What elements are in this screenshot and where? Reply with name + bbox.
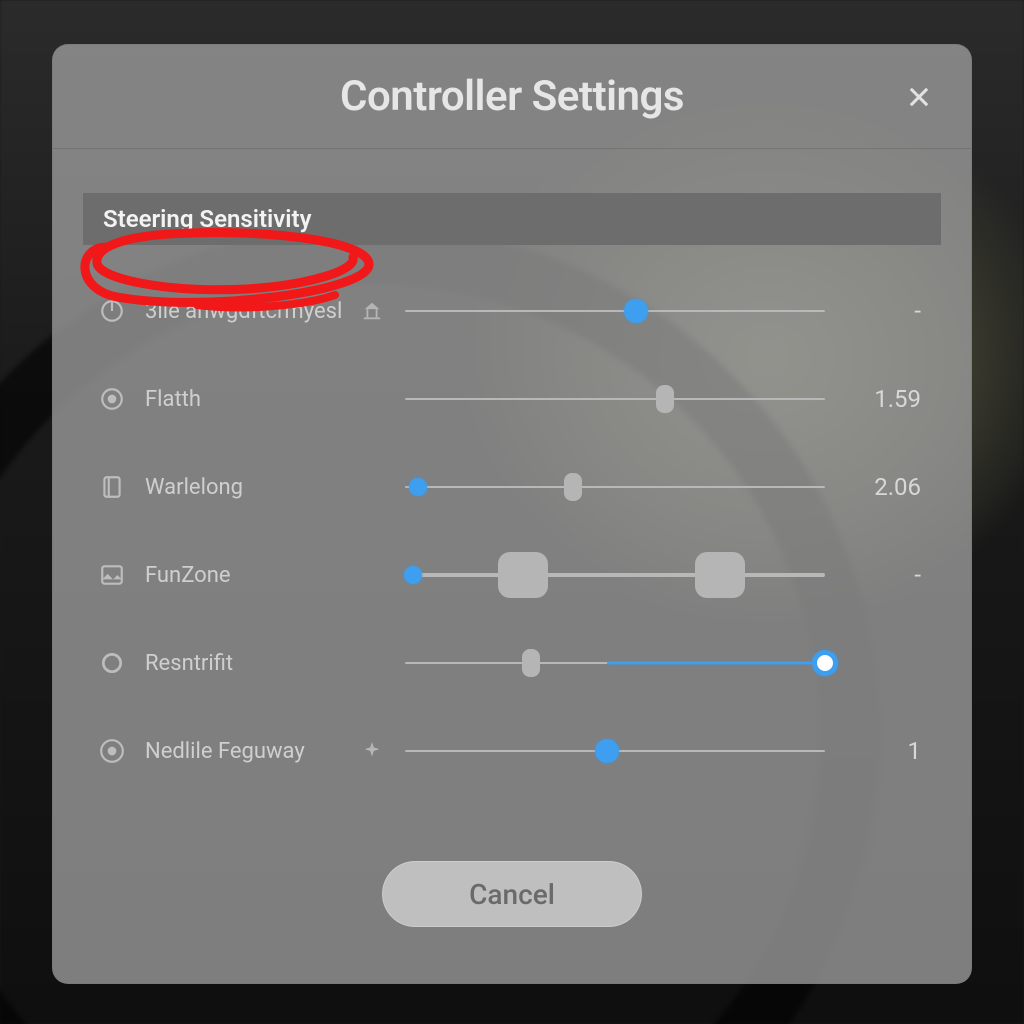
dialog-title: Controller Settings xyxy=(340,72,684,121)
settings-rows: 3ile anwgdftcrmyesl - Flatth xyxy=(83,285,941,777)
slider-thumb[interactable] xyxy=(409,478,427,496)
circle-icon xyxy=(97,648,127,678)
power-icon xyxy=(97,296,127,326)
setting-label: Resntrifit xyxy=(145,651,357,676)
spacer xyxy=(357,560,387,590)
setting-row: 3ile anwgdftcrmyesl - xyxy=(97,285,921,337)
slider-row-0[interactable] xyxy=(405,291,825,331)
book-icon xyxy=(97,472,127,502)
slider-track xyxy=(405,398,825,400)
cancel-button[interactable]: Cancel xyxy=(382,861,642,927)
slider-thumb[interactable] xyxy=(595,739,619,763)
setting-value: 1 xyxy=(849,737,921,765)
setting-label: FunZone xyxy=(145,563,357,588)
close-button[interactable] xyxy=(897,75,941,119)
slider-row-4[interactable] xyxy=(405,643,825,683)
setting-value: - xyxy=(849,297,921,325)
picnic-icon xyxy=(357,296,387,326)
image-icon xyxy=(97,560,127,590)
dialog-header: Controller Settings xyxy=(53,45,971,149)
setting-row: Warlelong 2.06 xyxy=(97,461,921,513)
cancel-label: Cancel xyxy=(469,878,555,911)
close-icon xyxy=(905,83,933,111)
slider-row-5[interactable] xyxy=(405,731,825,771)
setting-value: 1.59 xyxy=(849,385,921,413)
slider-thumb[interactable] xyxy=(812,650,838,676)
slider-row-2[interactable] xyxy=(405,467,825,507)
slider-track xyxy=(405,573,825,577)
section-header-steering-sensitivity[interactable]: Steering Sensitivity xyxy=(83,193,941,245)
slider-thumb-secondary[interactable] xyxy=(522,649,540,677)
toggle-icon xyxy=(97,736,127,766)
slider-track-fill xyxy=(607,662,825,665)
setting-label: Warlelong xyxy=(145,475,357,500)
slider-row-1[interactable] xyxy=(405,379,825,419)
setting-row: Flatth 1.59 xyxy=(97,373,921,425)
slider-thumb[interactable] xyxy=(404,566,422,584)
slider-handle-b[interactable] xyxy=(695,552,745,598)
setting-value: - xyxy=(849,561,921,589)
setting-row: Nedlile Feguway 1 xyxy=(97,725,921,777)
setting-row: FunZone - xyxy=(97,549,921,601)
setting-value: 2.06 xyxy=(849,473,921,501)
slider-thumb-secondary[interactable] xyxy=(564,473,582,501)
setting-row: Resntrifit xyxy=(97,637,921,689)
slider-thumb[interactable] xyxy=(624,299,648,323)
dialog-footer: Cancel xyxy=(53,843,971,983)
dialog-body: Steering Sensitivity 3ile anwgdftcrmyesl… xyxy=(53,149,971,843)
spacer xyxy=(357,384,387,414)
setting-label: Flatth xyxy=(145,387,357,412)
sparkle-icon xyxy=(357,736,387,766)
setting-label: Nedlile Feguway xyxy=(145,739,357,764)
slider-track xyxy=(405,310,825,312)
slider-track xyxy=(405,486,825,488)
section-label: Steering Sensitivity xyxy=(103,205,312,233)
slider-handle-a[interactable] xyxy=(498,552,548,598)
controller-settings-dialog: Controller Settings Steering Sensitivity… xyxy=(52,44,972,984)
setting-label: 3ile anwgdftcrmyesl xyxy=(145,299,357,324)
spacer xyxy=(357,648,387,678)
slider-row-3[interactable] xyxy=(405,555,825,595)
slider-thumb[interactable] xyxy=(656,385,674,413)
target-icon xyxy=(97,384,127,414)
spacer xyxy=(357,472,387,502)
